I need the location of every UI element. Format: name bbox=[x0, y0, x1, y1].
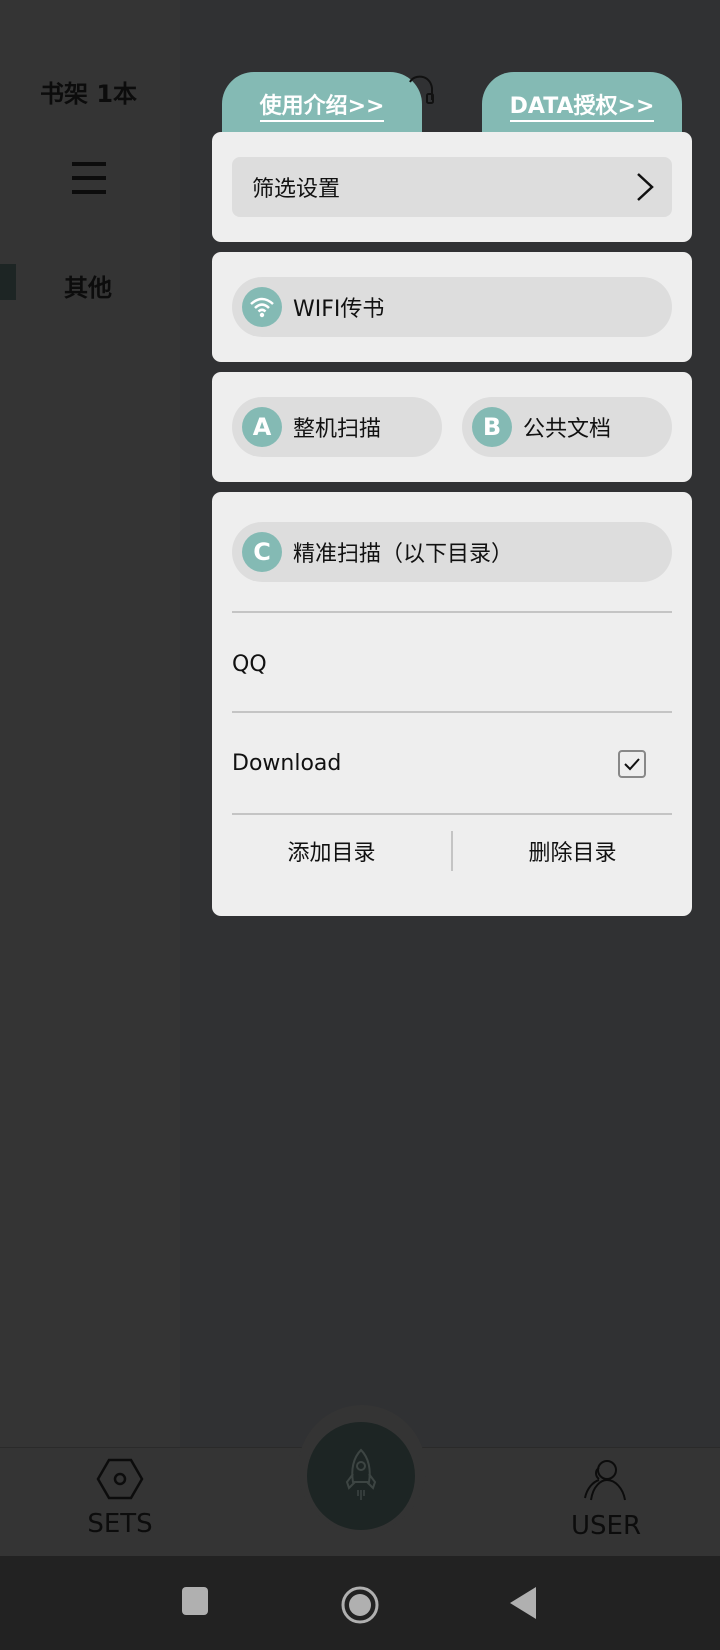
delete-directory-button[interactable]: 删除目录 bbox=[453, 835, 692, 867]
data-auth-label: DATA授权>> bbox=[509, 94, 655, 122]
shelf-title: 书架 1本 bbox=[40, 80, 138, 108]
wifi-transfer-label: WIFI传书 bbox=[293, 297, 385, 322]
public-docs-label: 公共文档 bbox=[523, 417, 612, 442]
divider bbox=[232, 813, 672, 815]
precise-scan-button[interactable]: C 精准扫描（以下目录） bbox=[232, 522, 672, 582]
divider bbox=[232, 711, 672, 713]
filter-settings-button[interactable]: 筛选设置 bbox=[232, 157, 672, 217]
launch-button[interactable] bbox=[307, 1422, 415, 1530]
scan-card: A 整机扫描 B 公共文档 bbox=[212, 372, 692, 482]
nav-user-label: USER bbox=[570, 1511, 642, 1541]
directory-actions: 添加目录 删除目录 bbox=[212, 826, 692, 876]
nav-sets[interactable]: SETS bbox=[70, 1458, 170, 1539]
precise-scan-label: 精准扫描（以下目录） bbox=[293, 542, 514, 567]
precise-scan-card: C 精准扫描（以下目录） QQ Download 添加目录 删除目录 bbox=[212, 492, 692, 916]
nav-user[interactable]: USER bbox=[556, 1458, 656, 1541]
badge-c-icon: C bbox=[242, 532, 282, 572]
data-auth-tab[interactable]: DATA授权>> bbox=[482, 72, 682, 138]
home-icon[interactable] bbox=[340, 1585, 380, 1625]
wifi-transfer-button[interactable]: WIFI传书 bbox=[232, 277, 672, 337]
usage-intro-tab[interactable]: 使用介绍>> bbox=[222, 72, 422, 138]
add-directory-button[interactable]: 添加目录 bbox=[212, 835, 451, 867]
directory-item-qq[interactable]: QQ bbox=[232, 652, 672, 677]
category-selected-marker bbox=[0, 264, 16, 300]
recent-apps-icon[interactable] bbox=[180, 1585, 210, 1617]
download-checkbox[interactable] bbox=[618, 750, 646, 778]
chevron-right-icon bbox=[637, 173, 654, 201]
full-scan-label: 整机扫描 bbox=[293, 417, 382, 442]
back-icon[interactable] bbox=[508, 1585, 538, 1621]
wifi-icon bbox=[242, 287, 282, 327]
hexagon-settings-icon bbox=[96, 1458, 144, 1500]
checkmark-icon bbox=[624, 758, 640, 771]
badge-b-icon: B bbox=[472, 407, 512, 447]
rocket-icon bbox=[345, 1448, 377, 1500]
badge-a-icon: A bbox=[242, 407, 282, 447]
wifi-card: WIFI传书 bbox=[212, 252, 692, 362]
usage-intro-label: 使用介绍>> bbox=[259, 94, 385, 122]
filter-settings-label: 筛选设置 bbox=[252, 177, 341, 202]
users-icon bbox=[584, 1460, 626, 1501]
category-item-other[interactable]: 其他 bbox=[64, 268, 112, 303]
divider bbox=[232, 611, 672, 613]
filter-card: 筛选设置 bbox=[212, 132, 692, 242]
public-docs-button[interactable]: B 公共文档 bbox=[462, 397, 672, 457]
nav-sets-label: SETS bbox=[87, 1509, 153, 1539]
headset-icon[interactable] bbox=[408, 74, 440, 110]
full-scan-button[interactable]: A 整机扫描 bbox=[232, 397, 442, 457]
directory-item-download[interactable]: Download bbox=[232, 751, 672, 776]
sidebar bbox=[0, 0, 180, 1448]
hamburger-menu-icon[interactable] bbox=[72, 162, 106, 194]
